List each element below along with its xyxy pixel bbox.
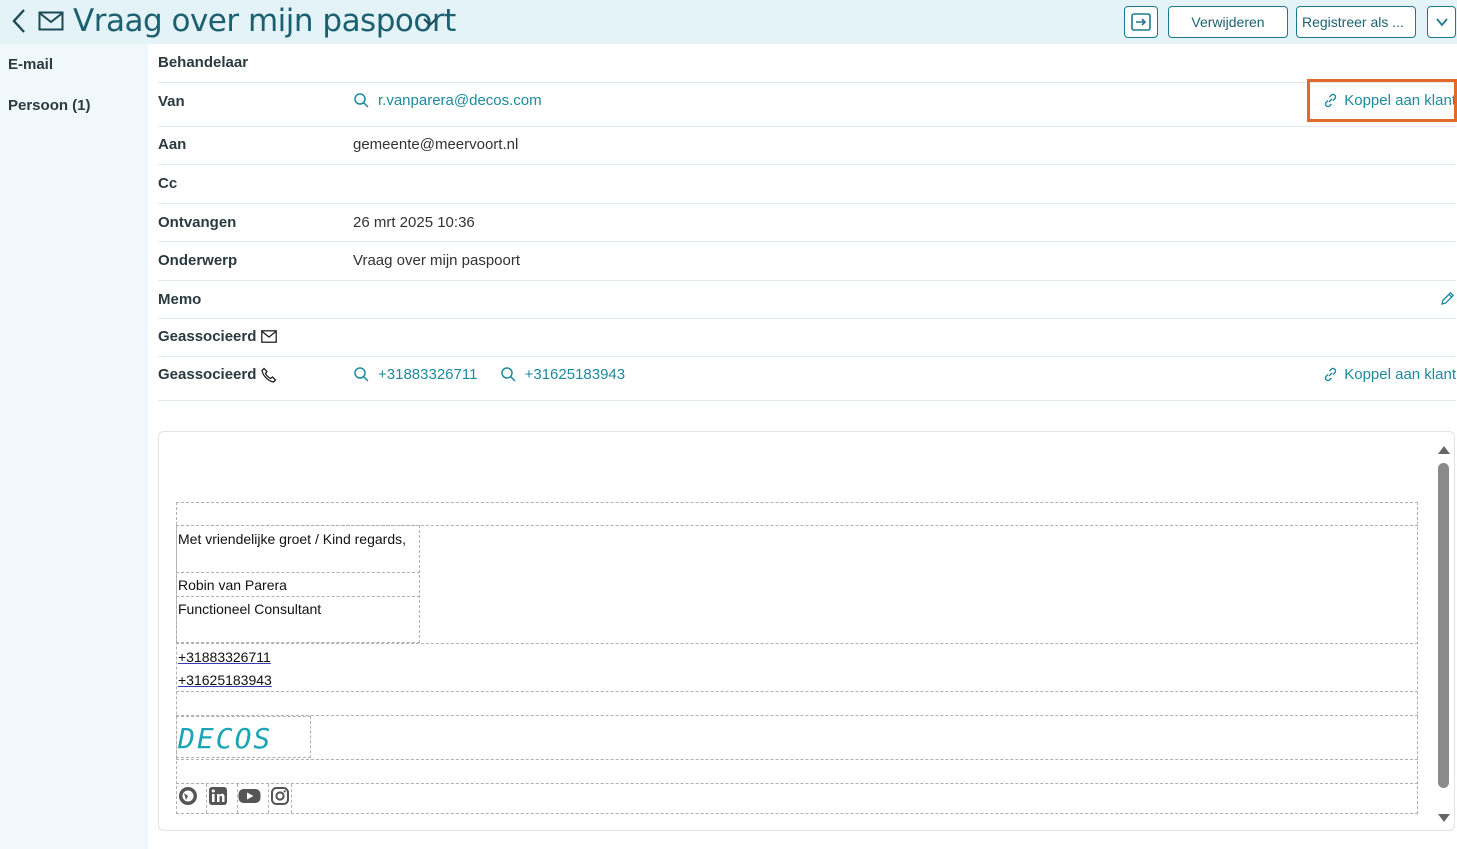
field-label: Memo xyxy=(158,291,202,308)
field-row-geassocieerd-phone: Geassocieerd +31883326711 +31625183943 K… xyxy=(158,357,1456,401)
search-icon xyxy=(354,93,369,108)
field-label: Cc xyxy=(158,175,178,192)
mail-icon xyxy=(261,330,278,343)
divider xyxy=(291,784,292,813)
chevron-down-icon xyxy=(1435,18,1448,27)
field-label: Geassocieerd xyxy=(158,366,257,383)
search-icon xyxy=(500,367,516,382)
field-label: Aan xyxy=(158,136,187,153)
signature-role: Functioneel Consultant xyxy=(178,601,322,617)
mail-icon xyxy=(38,11,64,31)
field-label: Ontvangen xyxy=(158,214,237,231)
export-button[interactable] xyxy=(1124,6,1158,38)
sidebar-item-email[interactable]: E-mail xyxy=(8,56,53,73)
delete-button[interactable]: Verwijderen xyxy=(1168,6,1288,38)
chevron-down-icon[interactable] xyxy=(420,12,440,32)
page-title: Vraag over mijn paspoort xyxy=(73,3,456,39)
koppel-label: Koppel aan klant xyxy=(1344,366,1456,383)
signature-name: Robin van Parera xyxy=(178,577,287,593)
field-label: Onderwerp xyxy=(158,252,238,269)
field-label: Behandelaar xyxy=(158,54,249,71)
divider xyxy=(206,784,207,813)
divider xyxy=(176,715,1418,716)
koppel-aan-klant-button-phone[interactable]: Koppel aan klant xyxy=(1323,366,1456,383)
koppel-aan-klant-button[interactable]: Koppel aan klant xyxy=(1323,92,1456,109)
field-row-geassocieerd-mail: Geassocieerd xyxy=(158,319,1456,357)
edit-icon[interactable] xyxy=(1439,290,1456,307)
koppel-label: Koppel aan klant xyxy=(1344,92,1456,109)
received-date: 26 mrt 2025 10:36 xyxy=(353,214,475,231)
sidebar: E-mail Persoon (1) xyxy=(0,44,148,849)
field-label: Geassocieerd xyxy=(158,328,257,345)
divider xyxy=(176,572,420,573)
phone-link-2[interactable]: +31625183943 xyxy=(500,366,625,383)
instagram-icon[interactable] xyxy=(270,786,290,806)
divider xyxy=(268,784,269,813)
divider xyxy=(176,691,1418,692)
more-options-button[interactable] xyxy=(1427,6,1456,38)
linkedin-icon[interactable] xyxy=(208,786,228,806)
sender-email-link[interactable]: r.vanparera@decos.com xyxy=(353,92,542,109)
youtube-icon[interactable] xyxy=(238,786,261,806)
field-row-aan: Aan gemeente@meervoort.nl xyxy=(158,127,1456,165)
signature-greeting: Met vriendelijke groet / Kind regards, xyxy=(178,531,406,547)
search-icon xyxy=(354,367,369,382)
scrollbar-thumb[interactable] xyxy=(1438,463,1449,788)
header-bar: Vraag over mijn paspoort Verwijderen Reg… xyxy=(0,0,1457,44)
globe-icon[interactable] xyxy=(178,786,198,806)
signature-phone-1[interactable]: +31883326711 xyxy=(178,649,271,665)
field-row-behandelaar: Behandelaar xyxy=(158,44,1456,83)
field-row-memo: Memo xyxy=(158,281,1456,319)
decos-logo: DECOS xyxy=(178,722,273,755)
back-icon[interactable] xyxy=(10,8,28,34)
divider xyxy=(176,783,1418,784)
field-row-van: Van r.vanparera@decos.com Koppel aan kla… xyxy=(158,83,1456,127)
sidebar-item-persoon[interactable]: Persoon (1) xyxy=(8,97,91,114)
export-icon xyxy=(1131,13,1151,31)
scroll-up-arrow[interactable] xyxy=(1438,446,1450,454)
scroll-down-arrow[interactable] xyxy=(1438,814,1450,822)
recipient-email: gemeente@meervoort.nl xyxy=(353,136,519,153)
field-row-cc: Cc xyxy=(158,165,1456,204)
phone-link-1[interactable]: +31883326711 xyxy=(353,366,477,383)
divider xyxy=(176,596,420,597)
field-row-onderwerp: Onderwerp Vraag over mijn paspoort xyxy=(158,242,1456,281)
subject-value: Vraag over mijn paspoort xyxy=(353,252,521,269)
field-row-ontvangen: Ontvangen 26 mrt 2025 10:36 xyxy=(158,204,1456,242)
divider xyxy=(176,643,1418,644)
register-as-button[interactable]: Registreer als ... xyxy=(1296,6,1416,38)
link-icon xyxy=(1325,93,1337,108)
signature-phone-2[interactable]: +31625183943 xyxy=(178,672,272,688)
divider xyxy=(176,759,1418,760)
phone-icon xyxy=(261,367,277,383)
link-icon xyxy=(1325,367,1337,382)
field-label: Van xyxy=(158,93,185,110)
sender-email: r.vanparera@decos.com xyxy=(378,92,542,109)
